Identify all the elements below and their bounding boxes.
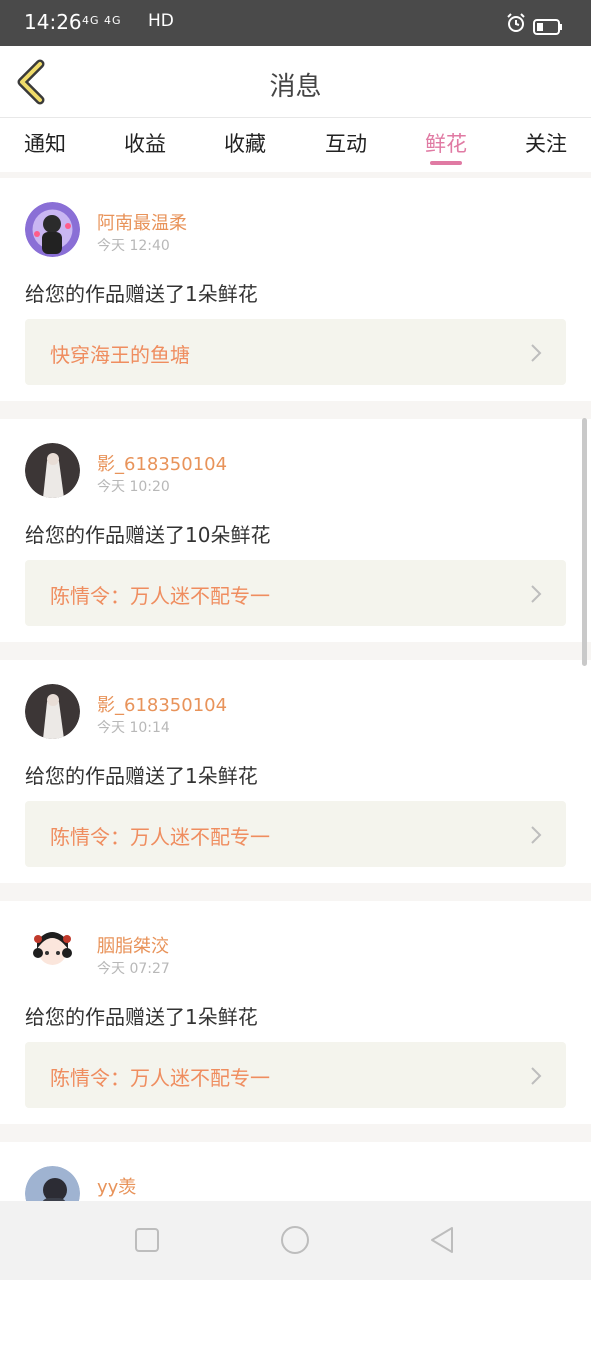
message-text: 给您的作品赠送了1朵鲜花 [25, 282, 258, 306]
page-title: 消息 [269, 72, 322, 102]
tab-earnings[interactable]: 收益 [115, 128, 175, 158]
message-card: 阿南最温柔 今天 12:40 给您的作品赠送了1朵鲜花 快穿海王的鱼塘 [0, 178, 591, 401]
back-triangle-icon[interactable] [427, 1224, 459, 1256]
tab-favorites[interactable]: 收藏 [215, 128, 275, 158]
message-text: 给您的作品赠送了1朵鲜花 [25, 764, 258, 788]
message-text: 给您的作品赠送了10朵鲜花 [25, 523, 271, 547]
work-link[interactable]: 陈情令：万人迷不配专一 [25, 560, 566, 626]
system-nav-bar [0, 1201, 591, 1280]
message-time: 今天 10:20 [97, 479, 170, 495]
network-indicator: 4G 4G [82, 14, 122, 27]
sender-name[interactable]: yy羡 [97, 1173, 136, 1199]
chevron-right-icon [531, 344, 542, 362]
avatar[interactable] [25, 443, 80, 498]
tab-notifications[interactable]: 通知 [15, 128, 75, 158]
work-title: 陈情令：万人迷不配专一 [50, 584, 270, 608]
work-title: 陈情令：万人迷不配专一 [50, 825, 270, 849]
work-link[interactable]: 快穿海王的鱼塘 [25, 319, 566, 385]
sender-name[interactable]: 阿南最温柔 [97, 209, 187, 235]
avatar[interactable] [25, 202, 80, 257]
alarm-icon [507, 13, 525, 32]
sender-name[interactable]: 影_618350104 [97, 691, 227, 717]
status-time: 14:26 [24, 10, 82, 34]
message-card: 影_618350104 今天 10:20 给您的作品赠送了10朵鲜花 陈情令：万… [0, 419, 591, 642]
tab-following[interactable]: 关注 [516, 128, 576, 158]
scrollbar[interactable] [582, 418, 587, 666]
tab-flowers[interactable]: 鲜花 [416, 128, 476, 158]
chevron-right-icon [531, 585, 542, 603]
work-link[interactable]: 陈情令：万人迷不配专一 [25, 801, 566, 867]
message-time: 今天 10:14 [97, 720, 170, 736]
tab-interactions[interactable]: 互动 [316, 128, 376, 158]
home-icon[interactable] [279, 1224, 311, 1256]
tab-bar: 通知 收益 收藏 互动 鲜花 关注 [0, 118, 591, 172]
recent-apps-icon[interactable] [131, 1224, 163, 1256]
avatar[interactable] [25, 925, 80, 980]
hd-indicator: HD [148, 11, 174, 31]
chevron-right-icon [531, 1067, 542, 1085]
app-header: 消息 [0, 46, 591, 118]
work-link[interactable]: 陈情令：万人迷不配专一 [25, 1042, 566, 1108]
message-time: 今天 12:40 [97, 238, 170, 254]
sender-name[interactable]: 影_618350104 [97, 450, 227, 476]
active-tab-indicator [430, 161, 462, 165]
status-bar: 14:26 4G 4G HD [0, 0, 591, 46]
sender-name[interactable]: 胭脂桀洨 [97, 932, 169, 958]
message-card: 影_618350104 今天 10:14 给您的作品赠送了1朵鲜花 陈情令：万人… [0, 660, 591, 883]
work-title: 陈情令：万人迷不配专一 [50, 1066, 270, 1090]
work-title: 快穿海王的鱼塘 [50, 343, 190, 367]
battery-icon [533, 19, 562, 35]
avatar[interactable] [25, 684, 80, 739]
message-card: 胭脂桀洨 今天 07:27 给您的作品赠送了1朵鲜花 陈情令：万人迷不配专一 [0, 901, 591, 1124]
message-text: 给您的作品赠送了1朵鲜花 [25, 1005, 258, 1029]
chevron-right-icon [531, 826, 542, 844]
message-time: 今天 07:27 [97, 961, 170, 977]
